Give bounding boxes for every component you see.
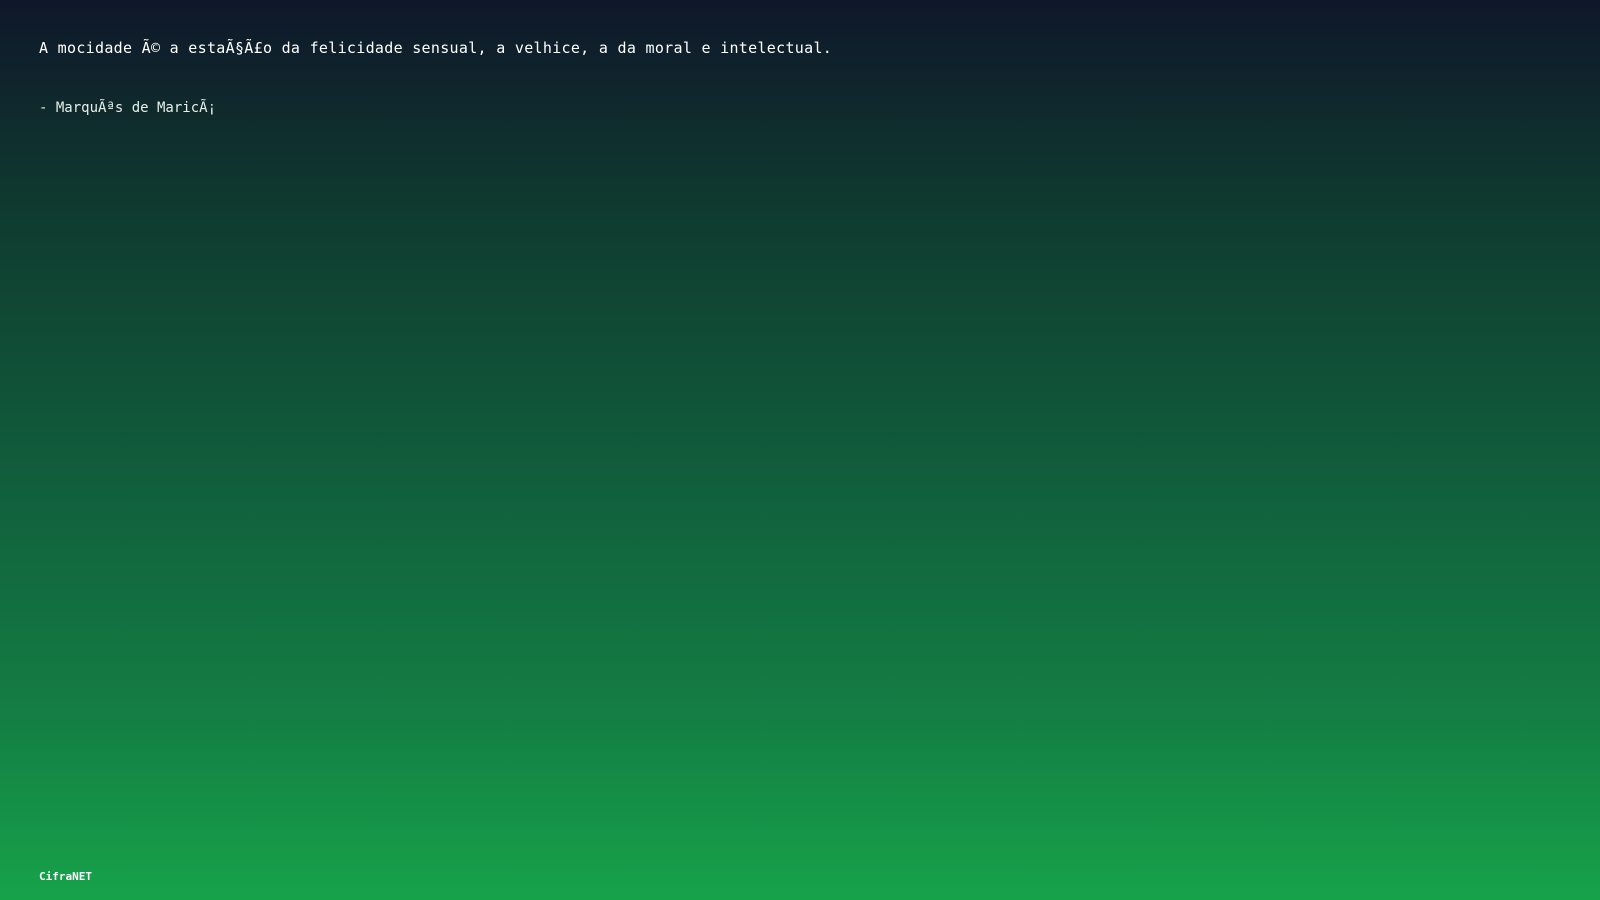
quote-author: - MarquÃªs de MaricÃ¡: [39, 100, 217, 116]
quote-text: A mocidade Ã© a estaÃ§Ã£o da felicidade …: [39, 39, 833, 57]
brand-name: CifraNET: [39, 870, 92, 883]
